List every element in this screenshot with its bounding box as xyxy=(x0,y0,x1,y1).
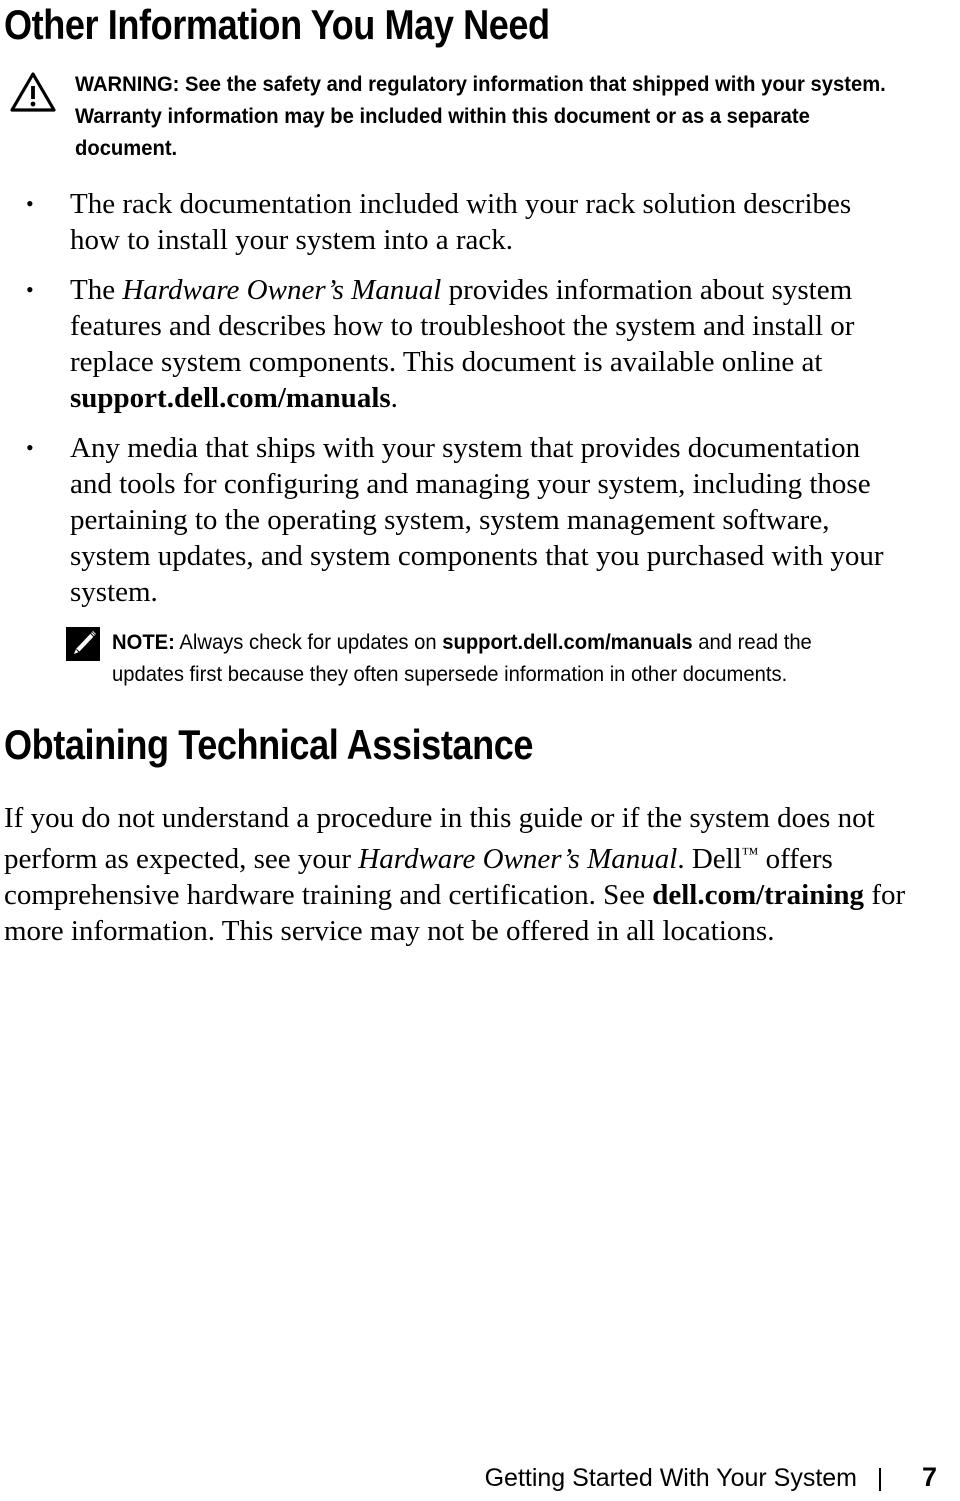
note-admonition: NOTE: Always check for updates on suppor… xyxy=(112,626,855,690)
bullet-marker: • xyxy=(26,435,34,460)
bullet-marker: • xyxy=(26,277,34,302)
footer-title: Getting Started With Your System xyxy=(484,1464,857,1492)
list-item-text: Any media that ships with your system th… xyxy=(70,432,884,608)
page-number: 7 xyxy=(921,1462,937,1492)
list-item: • The Hardware Owner’s Manual provides i… xyxy=(0,272,900,416)
page-title: Other Information You May Need xyxy=(4,1,550,48)
list-item-text: The xyxy=(70,274,123,306)
assistance-paragraph: If you do not understand a procedure in … xyxy=(4,800,934,949)
paragraph-text: . Dell xyxy=(677,843,742,875)
support-manuals-url: support.dell.com/manuals xyxy=(442,630,693,654)
hardware-owners-manual-title: Hardware Owner’s Manual xyxy=(122,274,442,306)
list-item-text: . xyxy=(390,382,398,414)
list-item: • The rack documentation included with y… xyxy=(0,186,900,258)
warning-triangle-icon xyxy=(10,72,56,112)
warning-text: See the safety and regulatory informatio… xyxy=(75,72,886,160)
note-text-before: Always check for updates on xyxy=(174,630,443,654)
footer-separator: | xyxy=(876,1464,884,1492)
support-manuals-url: support.dell.com/manuals xyxy=(70,382,391,414)
trademark-symbol: ™ xyxy=(741,844,759,863)
document-page: Other Information You May Need WARNING: … xyxy=(0,0,960,1501)
list-item: • Any media that ships with your system … xyxy=(0,430,900,610)
list-item-text: The rack documentation included with you… xyxy=(70,188,852,256)
warning-admonition: WARNING: See the safety and regulatory i… xyxy=(75,68,902,164)
bullet-marker: • xyxy=(26,191,34,216)
section-title: Obtaining Technical Assistance xyxy=(4,721,534,768)
warning-label: WARNING: xyxy=(75,72,180,96)
note-pencil-icon xyxy=(66,627,100,661)
page-footer: Getting Started With Your System | 7 xyxy=(0,1462,937,1493)
note-label: NOTE: xyxy=(112,630,175,654)
dell-training-url: dell.com/training xyxy=(652,879,865,911)
information-bullet-list: • The rack documentation included with y… xyxy=(0,186,960,624)
hardware-owners-manual-title: Hardware Owner’s Manual xyxy=(358,843,678,875)
